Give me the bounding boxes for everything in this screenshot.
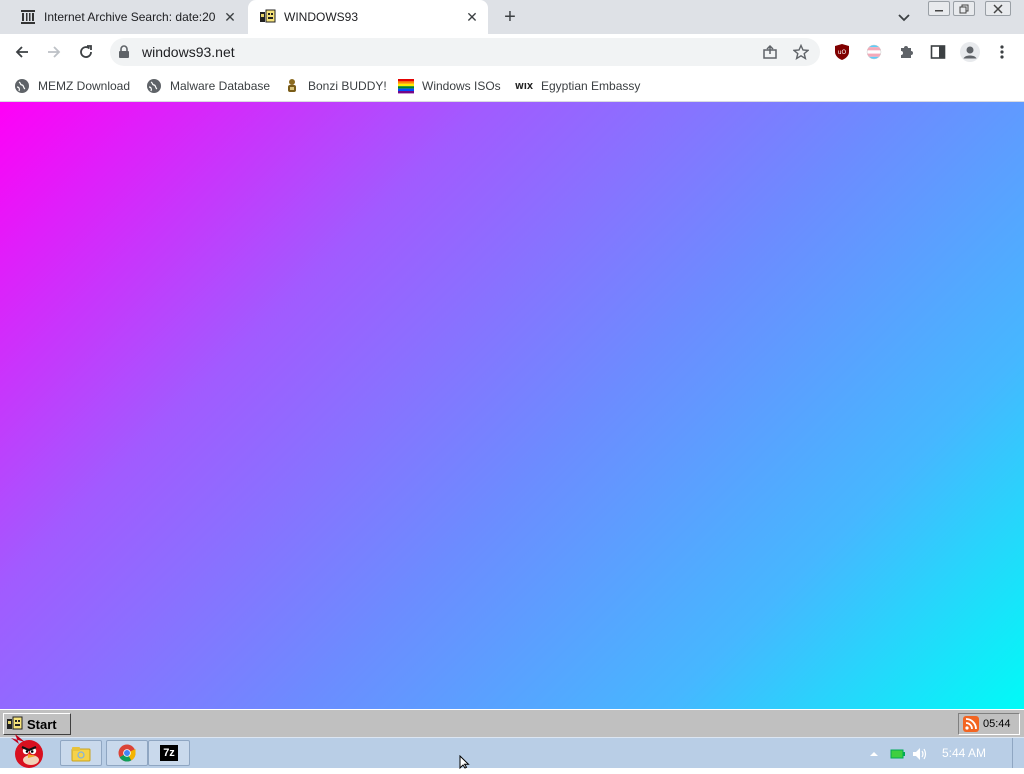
- bookmark-bonzi-buddy[interactable]: Bonzi BUDDY!: [284, 76, 387, 96]
- tab-windows93[interactable]: WINDOWS93 ✕: [248, 0, 488, 34]
- globe-icon: [14, 78, 30, 94]
- show-hidden-icons-arrow[interactable]: [866, 746, 882, 762]
- volume-icon[interactable]: [912, 746, 928, 762]
- archive-icon: [20, 9, 36, 25]
- tab-internet-archive[interactable]: Internet Archive Search: date:200 ✕: [8, 0, 246, 34]
- profile-avatar-icon[interactable]: [959, 41, 981, 63]
- start-label: Start: [27, 716, 57, 732]
- new-tab-button[interactable]: +: [498, 5, 522, 29]
- address-bar[interactable]: windows93.net: [110, 38, 820, 66]
- svg-text:uO: uO: [838, 49, 847, 56]
- chrome-icon: [118, 744, 136, 762]
- os-start-button[interactable]: [2, 732, 52, 768]
- bookmark-label: Bonzi BUDDY!: [308, 79, 387, 93]
- wix-icon: WIX: [515, 81, 533, 91]
- tab-title: WINDOWS93: [284, 10, 359, 24]
- browser-toolbar: windows93.net uO: [0, 34, 1024, 70]
- battery-icon[interactable]: [890, 746, 906, 762]
- windows93-tray-clock: 05:44: [983, 718, 1011, 730]
- reload-button[interactable]: [74, 40, 98, 64]
- os-taskbar: 7z 5:44 AM: [0, 734, 1024, 768]
- url-text: windows93.net: [142, 44, 235, 60]
- back-button[interactable]: [10, 40, 34, 64]
- windows93-tray: 05:44: [958, 713, 1020, 735]
- windows93-start-icon: [7, 716, 23, 732]
- forward-button[interactable]: [42, 40, 66, 64]
- tab-strip: Internet Archive Search: date:200 ✕ WIND…: [0, 0, 1024, 34]
- bookmark-star-icon[interactable]: [791, 42, 811, 62]
- close-window-button[interactable]: [985, 1, 1011, 16]
- explorer-icon: [71, 747, 91, 762]
- ublock-origin-icon[interactable]: uO: [832, 42, 852, 62]
- back-arrow-icon: [15, 46, 28, 58]
- angry-bird-start-icon: [11, 734, 43, 768]
- lock-icon[interactable]: [118, 45, 130, 64]
- more-menu-icon[interactable]: [992, 42, 1012, 62]
- rainbow-flag-icon: [398, 78, 414, 94]
- bookmark-malware-database[interactable]: Malware Database: [146, 76, 270, 96]
- restore-button[interactable]: [953, 1, 975, 16]
- bookmark-windows-isos[interactable]: Windows ISOs: [398, 76, 501, 96]
- system-clock[interactable]: 5:44 AM: [942, 746, 986, 760]
- forward-arrow-icon: [48, 46, 61, 58]
- windows93-icon: [260, 9, 276, 25]
- bookmark-label: Windows ISOs: [422, 79, 501, 93]
- taskbar-chrome-button[interactable]: [106, 740, 148, 766]
- extensions-puzzle-icon[interactable]: [896, 42, 916, 62]
- reload-icon: [80, 45, 92, 58]
- mouse-cursor-icon: [459, 754, 473, 774]
- minimize-button[interactable]: [928, 1, 950, 16]
- tab-search-chevron-icon[interactable]: [894, 8, 914, 28]
- taskbar-explorer-button[interactable]: [60, 740, 102, 766]
- taskbar-7zip-button[interactable]: 7z: [148, 740, 190, 766]
- show-desktop-button[interactable]: [1012, 738, 1024, 768]
- bookmarks-bar: MEMZ Download Malware Database Bonzi BUD…: [0, 70, 1024, 102]
- windows93-desktop[interactable]: [0, 102, 1024, 709]
- globe-icon: [146, 78, 162, 94]
- bonzi-icon: [284, 78, 300, 94]
- windows93-taskbar: Start 05:44: [0, 709, 1024, 737]
- bookmark-label: Egyptian Embassy: [541, 79, 641, 93]
- share-icon[interactable]: [760, 42, 780, 62]
- pride-extension-icon[interactable]: [864, 42, 884, 62]
- bookmark-label: MEMZ Download: [38, 79, 131, 93]
- close-tab-icon[interactable]: ✕: [222, 9, 238, 25]
- rss-feed-icon[interactable]: [963, 716, 979, 732]
- tab-title: Internet Archive Search: date:200: [44, 10, 216, 24]
- 7zip-icon: 7z: [160, 745, 178, 761]
- bookmark-egyptian-embassy[interactable]: WIX Egyptian Embassy: [515, 76, 640, 96]
- side-panel-icon[interactable]: [928, 42, 948, 62]
- bookmark-label: Malware Database: [170, 79, 271, 93]
- bookmark-memz-download[interactable]: MEMZ Download: [14, 76, 130, 96]
- close-tab-icon[interactable]: ✕: [464, 9, 480, 25]
